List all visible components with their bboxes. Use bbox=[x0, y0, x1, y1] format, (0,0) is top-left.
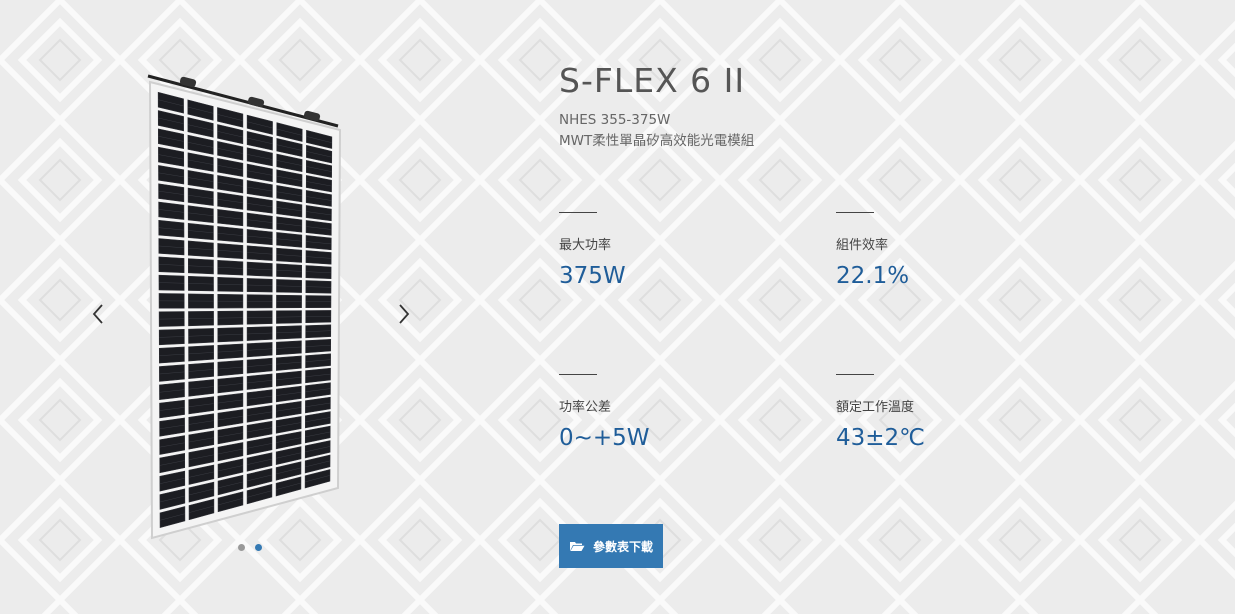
spec-label: 組件效率 bbox=[836, 238, 889, 253]
carousel-dot-active[interactable] bbox=[255, 544, 262, 551]
product-subtitle: MWT柔性單晶矽高效能光電模組 bbox=[559, 133, 755, 149]
product-image-carousel bbox=[80, 60, 425, 560]
divider bbox=[836, 374, 874, 375]
spec-value: 43±2℃ bbox=[836, 425, 926, 451]
spec-module-efficiency: 組件效率 22.1% bbox=[836, 212, 1076, 292]
chevron-right-icon bbox=[399, 304, 410, 324]
divider bbox=[559, 212, 597, 213]
download-button-label: 參數表下載 bbox=[592, 539, 653, 554]
spec-value: 0~+5W bbox=[559, 425, 650, 451]
carousel-next-button[interactable] bbox=[392, 300, 416, 328]
spec-max-power: 最大功率 375W bbox=[559, 212, 799, 292]
chevron-left-icon bbox=[92, 304, 103, 324]
product-model: NHES 355-375W bbox=[559, 112, 671, 128]
spec-power-tolerance: 功率公差 0~+5W bbox=[559, 374, 799, 454]
folder-open-icon bbox=[569, 542, 585, 551]
spec-label: 功率公差 bbox=[559, 400, 612, 415]
product-info: S-FLEX 6 II NHES 355-375W MWT柔性單晶矽高效能光電模… bbox=[559, 58, 1179, 568]
spec-label: 最大功率 bbox=[559, 238, 612, 253]
solar-panel-image bbox=[147, 74, 342, 540]
carousel-dot[interactable] bbox=[238, 544, 245, 551]
carousel-prev-button[interactable] bbox=[86, 300, 110, 328]
spec-label: 額定工作溫度 bbox=[836, 400, 915, 415]
spec-value: 375W bbox=[559, 263, 626, 289]
spec-value: 22.1% bbox=[836, 263, 910, 289]
divider bbox=[836, 212, 874, 213]
carousel-indicators bbox=[238, 544, 262, 551]
product-title: S-FLEX 6 II bbox=[559, 61, 746, 100]
datasheet-download-button[interactable]: 參數表下載 bbox=[559, 524, 663, 568]
divider bbox=[559, 374, 597, 375]
spec-noct: 額定工作溫度 43±2℃ bbox=[836, 374, 1076, 454]
